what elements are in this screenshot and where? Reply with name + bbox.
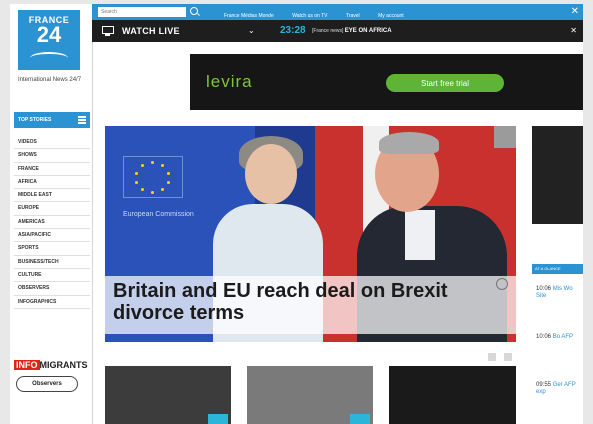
carousel-dot[interactable] (504, 353, 513, 361)
hero-link-icon[interactable] (496, 278, 508, 290)
tagline: International News 24/7 (18, 77, 82, 83)
france24-logo[interactable]: FRANCE 24 (18, 10, 80, 70)
news-time: 09:55 (536, 382, 552, 388)
ad-cta-button[interactable]: Start free trial (386, 74, 504, 92)
sidebar-item-business-tech[interactable]: BUSINESS/TECH (14, 256, 90, 269)
live-bar: WATCH LIVE ⌄ 23:28 [France news] EYE ON … (92, 20, 583, 42)
news-time: 10:06 (536, 334, 552, 340)
sidebar-nav: VIDEOS SHOWS FRANCE AFRICA MIDDLE EAST E… (14, 136, 90, 309)
news-item[interactable]: 09:55 Ger AFP exp (536, 382, 583, 396)
browser-viewport: FRANCE 24 International News 24/7 TOP ST… (10, 4, 583, 424)
carousel-dots (484, 348, 513, 366)
live-time: 23:28 (280, 25, 306, 36)
live-program-title: EYE ON AFRICA (344, 28, 392, 34)
hero-corner-box (494, 126, 516, 148)
eu-commission-text: European Commission (123, 211, 194, 218)
live-program-prefix: [France news] (312, 28, 344, 34)
search-icon[interactable] (190, 7, 198, 15)
sidebar-item-culture[interactable]: CULTURE (14, 269, 90, 283)
right-column-header: AT A GLANCE (532, 264, 583, 274)
top-links: France Médias Monde Watch us on TV Trave… (224, 4, 418, 20)
sidebar-item-videos[interactable]: VIDEOS (14, 136, 90, 150)
sidebar-item-asia-pacific[interactable]: ASIA/PACIFIC (14, 229, 90, 243)
ad-brand-logo: levira (206, 72, 253, 91)
ad-banner[interactable]: levira Start free trial (190, 54, 583, 110)
infomigrants-link[interactable]: INFO MIGRANTS (14, 360, 88, 370)
carousel-dot[interactable] (488, 353, 496, 361)
livebar-close-icon[interactable]: ✕ (570, 20, 577, 42)
search-input[interactable] (98, 7, 186, 17)
hero-headline[interactable]: Britain and EU reach deal on Brexit divo… (113, 280, 473, 324)
live-program: [France news] EYE ON AFRICA (312, 20, 392, 42)
sidebar-item-infographics[interactable]: INFOGRAPHICS (14, 296, 90, 309)
sidebar-item-france[interactable]: FRANCE (14, 163, 90, 176)
chevron-down-icon[interactable]: ⌄ (248, 20, 255, 42)
news-item[interactable]: 10:06 Bo AFP (536, 334, 583, 341)
photo-person-2-hair (379, 132, 439, 154)
infomigrants-info: INFO (14, 360, 40, 370)
top-stories-label: TOP STORIES (18, 117, 52, 123)
infomigrants-migrants: MIGRANTS (39, 360, 88, 370)
video-badge-icon (208, 414, 228, 424)
left-sidebar: FRANCE 24 International News 24/7 TOP ST… (10, 4, 93, 424)
hero-story[interactable]: European Commission Britain and EU reach… (105, 126, 516, 342)
sidebar-item-shows[interactable]: SHOWS (14, 149, 90, 163)
sidebar-item-sports[interactable]: SPORTS (14, 242, 90, 256)
top-bar: France Médias Monde Watch us on TV Trave… (92, 4, 583, 20)
photo-person-2-shirt (405, 210, 435, 260)
photo-person-1-head (245, 144, 297, 204)
logo-line2: 24 (36, 22, 62, 47)
sidebar-item-europe[interactable]: EUROPE (14, 202, 90, 216)
right-video-box[interactable] (532, 126, 583, 224)
news-headline: Bo AFP (552, 334, 574, 340)
watch-live-button[interactable]: WATCH LIVE (122, 20, 180, 42)
story-thumbnail[interactable] (389, 366, 516, 424)
sidebar-item-middle-east[interactable]: MIDDLE EAST (14, 189, 90, 203)
eu-flag-icon (123, 156, 183, 198)
tv-icon (102, 26, 114, 36)
top-stories-button[interactable]: TOP STORIES (14, 112, 90, 128)
video-badge-icon (350, 414, 370, 424)
sidebar-item-americas[interactable]: AMERICAS (14, 216, 90, 230)
hamburger-menu-icon (78, 116, 86, 124)
sidebar-item-observers[interactable]: OBSERVERS (14, 282, 90, 296)
logo-waves-icon (30, 52, 68, 64)
topbar-close-icon[interactable]: ✕ (571, 6, 579, 18)
news-item[interactable]: 10:06 Mis Wo Site (536, 286, 583, 300)
news-time: 10:06 (536, 286, 552, 292)
observers-link[interactable]: Observers (16, 376, 78, 392)
sidebar-item-africa[interactable]: AFRICA (14, 176, 90, 190)
